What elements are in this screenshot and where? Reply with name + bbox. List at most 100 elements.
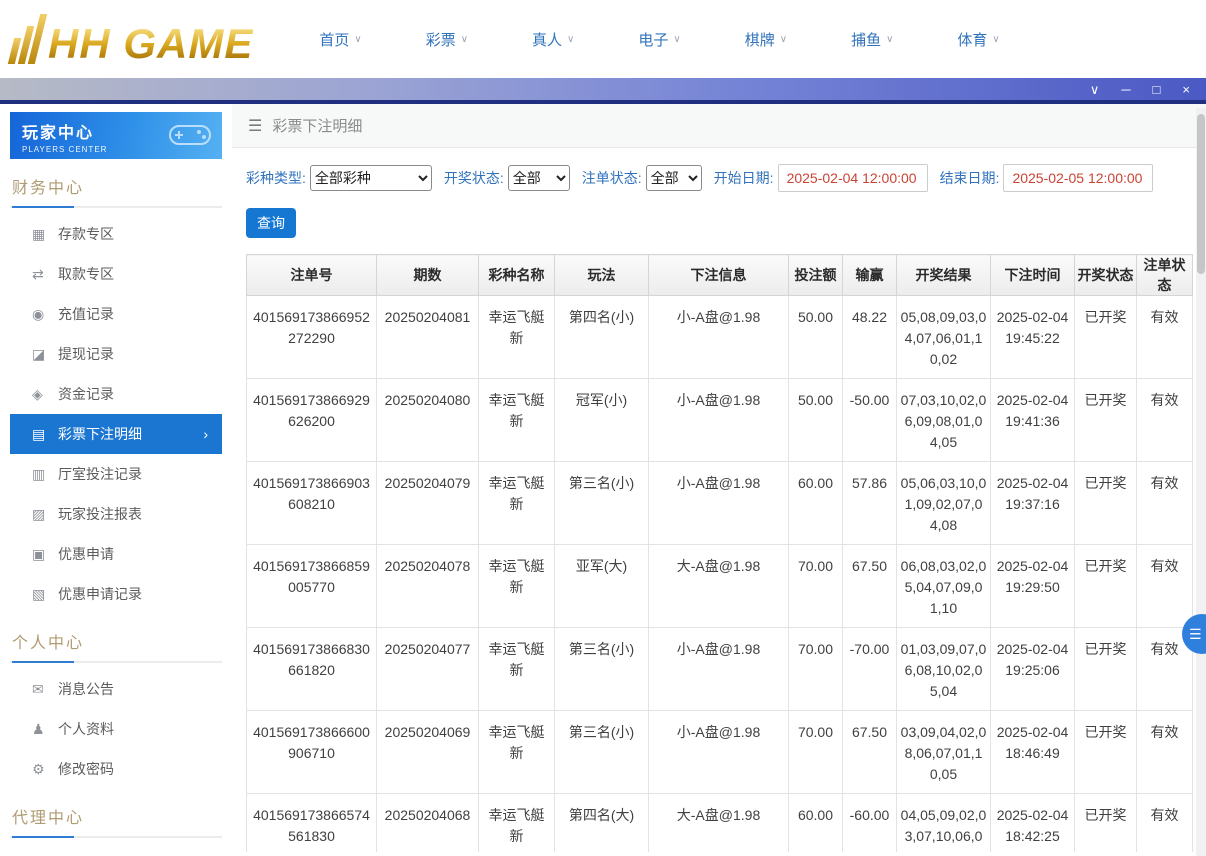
nav-item-fishing[interactable]: 捕鱼∨ (851, 29, 893, 50)
nav-item-label: 捕鱼 (851, 29, 881, 50)
cell: 亚军(大) (555, 545, 649, 628)
scrollbar-thumb[interactable] (1197, 114, 1205, 274)
sidebar-item-agent-rules[interactable]: ▩代理规则说明 (10, 844, 222, 852)
sidebar-item-funds-records[interactable]: ◈资金记录 (10, 374, 222, 414)
cell: 幸运飞艇新 (479, 711, 555, 794)
sidebar-item-deposit-zone[interactable]: ▦存款专区 (10, 214, 222, 254)
hall-bet-records-icon: ▥ (32, 466, 58, 483)
sidebar-item-label: 消息公告 (58, 679, 114, 699)
minimize-button[interactable]: ─ (1121, 83, 1130, 96)
lottery-type-select[interactable]: 全部彩种 (310, 165, 432, 191)
promo-apply-icon: ▣ (32, 546, 58, 563)
nav-item-label: 首页 (319, 29, 349, 50)
hamburger-menu-icon[interactable]: ☰ (248, 116, 262, 136)
sidebar-item-label: 取款专区 (58, 264, 114, 284)
chevron-down-icon: ∨ (461, 34, 468, 45)
sidebar-item-recharge-records[interactable]: ◉充值记录 (10, 294, 222, 334)
cell: 20250204077 (377, 628, 479, 711)
cell: 已开奖 (1075, 794, 1137, 853)
cell: 67.50 (843, 711, 897, 794)
cell: 67.50 (843, 545, 897, 628)
start-date-input[interactable] (778, 164, 928, 192)
sidebar-item-promo-apply-records[interactable]: ▧优惠申请记录 (10, 574, 222, 614)
draw-status-select[interactable]: 全部 (508, 165, 570, 191)
search-button[interactable]: 查询 (246, 208, 296, 238)
table-body: 40156917386695227229020250204081幸运飞艇新第四名… (247, 296, 1193, 853)
sidebar-item-profile[interactable]: ♟个人资料 (10, 709, 222, 749)
column-header: 彩种名称 (479, 255, 555, 296)
nav-item-home[interactable]: 首页∨ (319, 29, 361, 50)
sidebar-item-player-bet-report[interactable]: ▨玩家投注报表 (10, 494, 222, 534)
cell: 已开奖 (1075, 545, 1137, 628)
cell: 小-A盘@1.98 (649, 462, 789, 545)
nav-item-label: 真人 (532, 29, 562, 50)
cell: 20250204078 (377, 545, 479, 628)
sidebar-item-withdraw-zone[interactable]: ⇄取款专区 (10, 254, 222, 294)
sidebar-menu: 财务中心 ▦存款专区⇄取款专区◉充值记录◪提现记录◈资金记录▤彩票下注明细›▥厅室… (10, 159, 222, 852)
table-row: 40156917386657456183020250204068幸运飞艇新第四名… (247, 794, 1193, 853)
cell: 小-A盘@1.98 (649, 711, 789, 794)
column-header: 下注信息 (649, 255, 789, 296)
player-bet-report-icon: ▨ (32, 506, 58, 523)
nav-item-slots[interactable]: 电子∨ (638, 29, 680, 50)
logo-bars-icon (8, 14, 47, 64)
sidebar-item-withdraw-records[interactable]: ◪提现记录 (10, 334, 222, 374)
cell: -60.00 (843, 794, 897, 853)
cell: 06,08,03,02,05,04,07,09,01,10 (897, 545, 991, 628)
close-button[interactable]: × (1182, 83, 1190, 96)
order-status-select[interactable]: 全部 (646, 165, 702, 191)
cell: 401569173866600906710 (247, 711, 377, 794)
promo-apply-records-icon: ▧ (32, 586, 58, 603)
vertical-scrollbar[interactable] (1196, 108, 1206, 856)
sidebar-item-hall-bet-records[interactable]: ▥厅室投注记录 (10, 454, 222, 494)
cell: 2025-02-04 19:37:16 (991, 462, 1075, 545)
collapse-button[interactable]: ∨ (1090, 83, 1100, 96)
cell: 2025-02-04 19:29:50 (991, 545, 1075, 628)
sidebar-item-label: 优惠申请 (58, 544, 114, 564)
section-heading-finance-center: 财务中心 (10, 159, 222, 208)
cell: 50.00 (789, 296, 843, 379)
top-header: HH GAME 首页∨ 彩票 ∨ 真人∨ 电子∨ 棋牌∨ 捕鱼∨ 体育∨ (0, 0, 1206, 78)
cell: 20250204068 (377, 794, 479, 853)
column-header: 投注额 (789, 255, 843, 296)
app-body: 玩家中心 PLAYERS CENTER 财务中心 ▦存款专区⇄取款专区◉充值记录◪… (0, 104, 1206, 852)
nav-item-chess[interactable]: 棋牌∨ (745, 29, 787, 50)
cell: -50.00 (843, 379, 897, 462)
table-row: 40156917386695227229020250204081幸运飞艇新第四名… (247, 296, 1193, 379)
funds-records-icon: ◈ (32, 386, 58, 403)
nav-item-lottery[interactable]: 彩票 ∨ (426, 29, 468, 50)
table-header-row: 注单号期数彩种名称玩法下注信息投注额输赢开奖结果下注时间开奖状态注单状态 (247, 255, 1193, 296)
cell: 幸运飞艇新 (479, 628, 555, 711)
player-center-header: 玩家中心 PLAYERS CENTER (10, 112, 222, 159)
table-row: 40156917386685900577020250204078幸运飞艇新亚军(… (247, 545, 1193, 628)
cell: 04,05,09,02,03,07,10,06,01,08 (897, 794, 991, 853)
cell: 小-A盘@1.98 (649, 379, 789, 462)
cell: 60.00 (789, 462, 843, 545)
nav-item-label: 彩票 (426, 29, 456, 50)
sidebar-item-label: 提现记录 (58, 344, 114, 364)
section-heading-agent-center: 代理中心 (10, 789, 222, 838)
cell: 已开奖 (1075, 628, 1137, 711)
table-row: 40156917386683066182020250204077幸运飞艇新第三名… (247, 628, 1193, 711)
sidebar-item-messages[interactable]: ✉消息公告 (10, 669, 222, 709)
column-header: 开奖结果 (897, 255, 991, 296)
maximize-button[interactable]: □ (1153, 83, 1161, 96)
sidebar-item-label: 修改密码 (58, 759, 114, 779)
column-header: 注单状态 (1137, 255, 1193, 296)
deposit-zone-icon: ▦ (32, 226, 58, 243)
column-header: 下注时间 (991, 255, 1075, 296)
nav-item-live[interactable]: 真人∨ (532, 29, 574, 50)
cell: 有效 (1137, 545, 1193, 628)
cell: 已开奖 (1075, 462, 1137, 545)
cell: 70.00 (789, 711, 843, 794)
cell: 第三名(小) (555, 462, 649, 545)
cell: 有效 (1137, 462, 1193, 545)
order-status-label: 注单状态: (582, 168, 642, 188)
sidebar-item-promo-apply[interactable]: ▣优惠申请 (10, 534, 222, 574)
logo[interactable]: HH GAME (14, 14, 253, 64)
sidebar-item-lottery-bet-details[interactable]: ▤彩票下注明细› (10, 414, 222, 454)
cell: 有效 (1137, 711, 1193, 794)
end-date-input[interactable] (1003, 164, 1153, 192)
sidebar-item-change-password[interactable]: ⚙修改密码 (10, 749, 222, 789)
nav-item-sports[interactable]: 体育∨ (957, 29, 999, 50)
